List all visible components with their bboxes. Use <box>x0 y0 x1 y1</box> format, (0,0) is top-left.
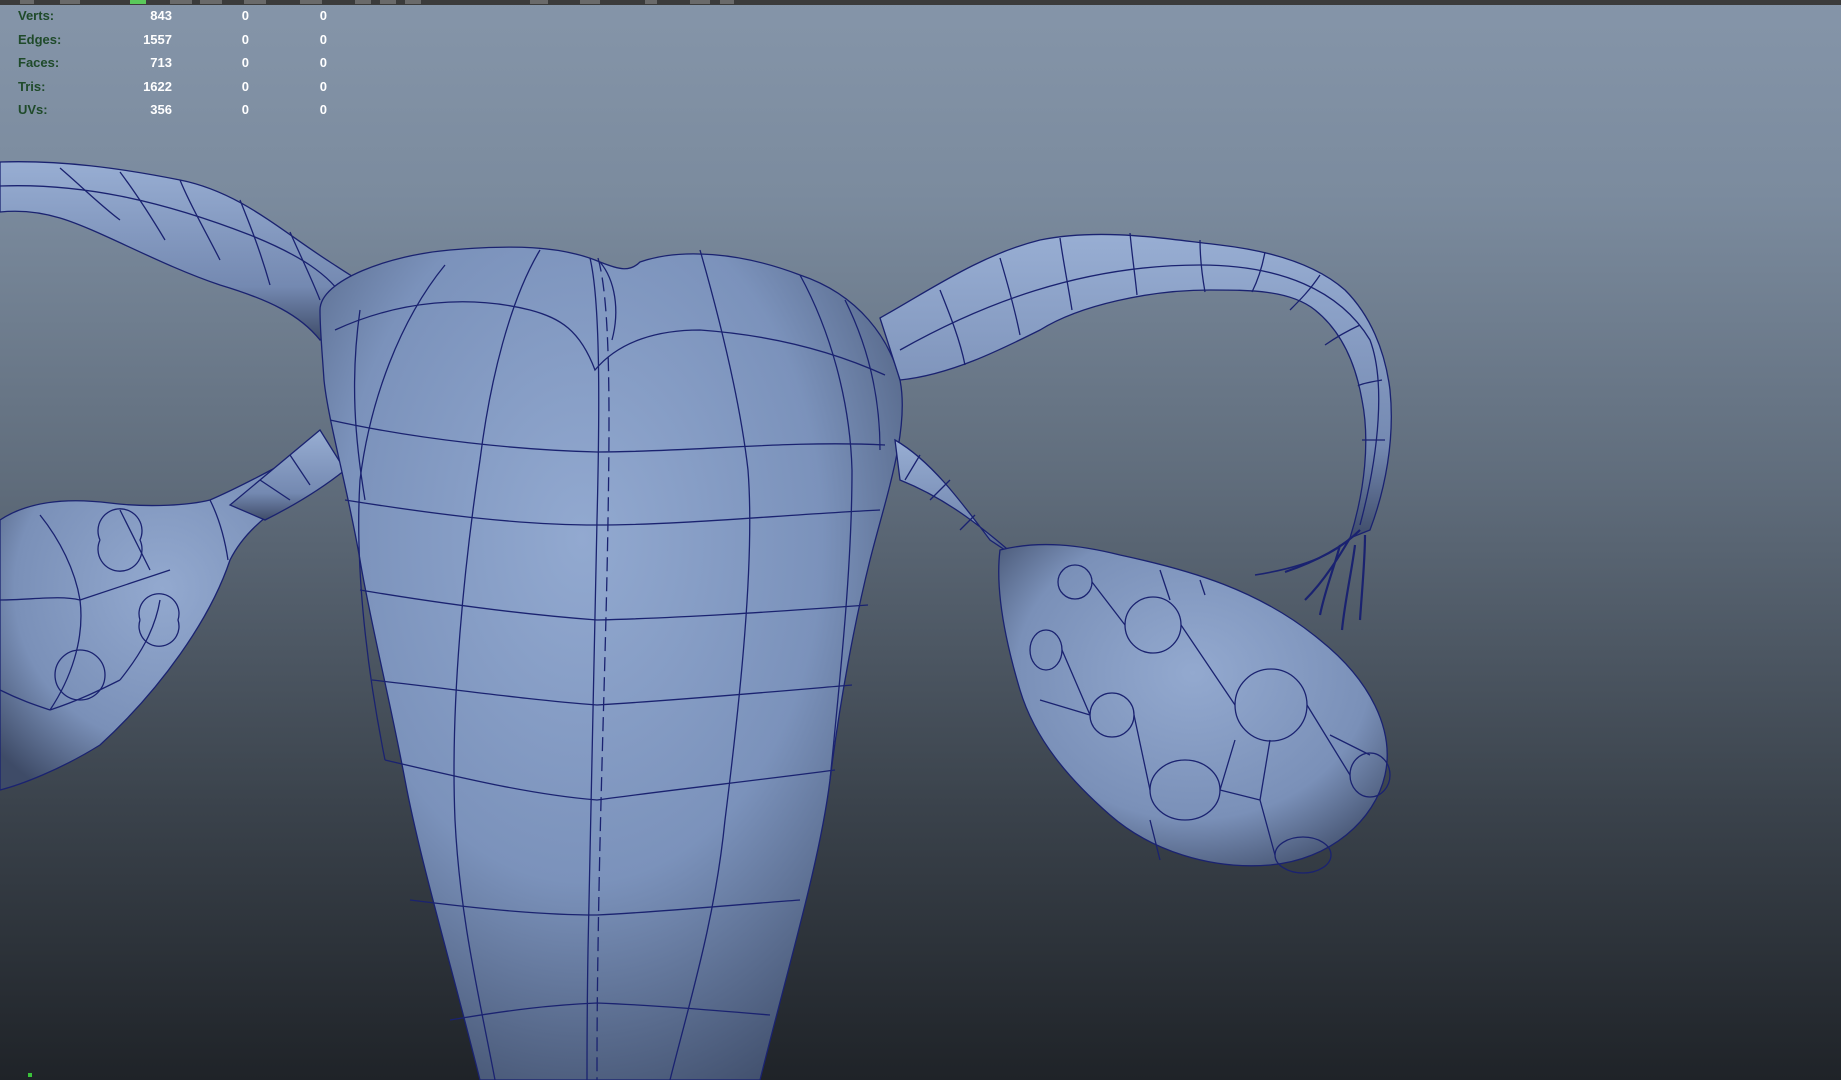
mesh-left-ligament <box>228 429 346 521</box>
hud-value: 1622 <box>143 78 172 94</box>
mesh-uterus-model[interactable] <box>0 161 1392 1080</box>
poly-count-hud: Verts: 843 0 0 Edges: 1557 0 0 Faces: 71… <box>18 4 327 122</box>
hud-row-verts: Verts: 843 0 0 <box>18 4 327 28</box>
hud-value: 0 <box>241 78 249 94</box>
hud-value: 0 <box>319 31 327 47</box>
view-axis-indicator <box>28 1073 32 1077</box>
hud-label: UVs: <box>18 102 48 117</box>
hud-value: 0 <box>241 8 249 23</box>
hud-row-edges: Edges: 1557 0 0 <box>18 28 327 52</box>
mesh-uterus-body <box>319 246 903 1080</box>
hud-value: 0 <box>241 31 249 47</box>
hud-value: 843 <box>150 8 172 23</box>
hud-label: Edges: <box>18 31 62 47</box>
hud-value: 0 <box>241 102 249 117</box>
hud-value: 356 <box>150 102 172 117</box>
hud-value: 0 <box>319 55 327 70</box>
hud-value: 0 <box>319 8 327 23</box>
hud-value: 1557 <box>143 31 172 47</box>
viewport-3d[interactable] <box>0 0 1841 1080</box>
mesh-left-tube <box>0 161 372 342</box>
hud-row-uvs: UVs: 356 0 0 <box>18 98 327 122</box>
hud-row-tris: Tris: 1622 0 0 <box>18 75 327 99</box>
hud-value: 0 <box>241 55 249 70</box>
mesh-right-ligament <box>894 438 1021 561</box>
mesh-fimbriae <box>1284 529 1367 631</box>
hud-value: 0 <box>319 102 327 117</box>
hud-value: 713 <box>150 55 172 70</box>
hud-row-faces: Faces: 713 0 0 <box>18 51 327 75</box>
hud-label: Faces: <box>18 55 60 70</box>
hud-label: Tris: <box>18 78 46 94</box>
hud-value: 0 <box>319 78 327 94</box>
hud-label: Verts: <box>18 8 55 23</box>
